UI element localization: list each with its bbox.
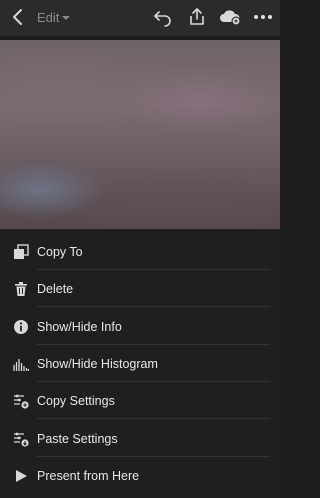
menu-item-paste-settings[interactable]: Paste Settings: [0, 420, 280, 457]
edit-dropdown[interactable]: Edit: [37, 10, 71, 25]
top-bar: Edit: [0, 0, 280, 36]
edit-label: Edit: [37, 10, 60, 25]
photo-preview[interactable]: [0, 40, 280, 229]
copy-settings-icon: [14, 394, 29, 409]
trash-icon: [15, 281, 27, 296]
menu-item-label: Delete: [37, 281, 74, 296]
menu-item-label: Copy To: [37, 244, 83, 259]
histogram-icon: [13, 358, 29, 371]
paste-settings-icon: [14, 432, 29, 447]
menu-item-label: Paste Settings: [37, 431, 118, 446]
menu-item-copy-to[interactable]: Copy To: [0, 233, 280, 270]
play-icon: [16, 469, 27, 482]
menu-item-present-from-here[interactable]: Present from Here: [0, 457, 280, 494]
action-menu: Copy To Delete Show/Hide Info Show/Hide …: [0, 232, 280, 498]
undo-icon[interactable]: [153, 7, 173, 27]
divider: [37, 306, 270, 307]
menu-item-show-hide-histogram[interactable]: Show/Hide Histogram: [0, 345, 280, 382]
menu-item-show-hide-info[interactable]: Show/Hide Info: [0, 308, 280, 345]
menu-item-delete[interactable]: Delete: [0, 270, 280, 307]
menu-item-copy-settings[interactable]: Copy Settings: [0, 382, 280, 419]
more-icon[interactable]: [252, 7, 274, 27]
info-icon: [14, 319, 28, 334]
menu-item-label: Copy Settings: [37, 393, 115, 408]
divider: [37, 418, 270, 419]
copy-to-icon: [14, 243, 29, 259]
back-icon[interactable]: [8, 6, 30, 28]
menu-item-label: Show/Hide Histogram: [37, 356, 158, 371]
share-icon[interactable]: [187, 7, 207, 27]
menu-item-label: Present from Here: [37, 468, 140, 483]
chevron-down-icon: [62, 15, 71, 20]
cloud-sync-icon[interactable]: [218, 7, 242, 27]
menu-item-label: Show/Hide Info: [37, 319, 122, 334]
